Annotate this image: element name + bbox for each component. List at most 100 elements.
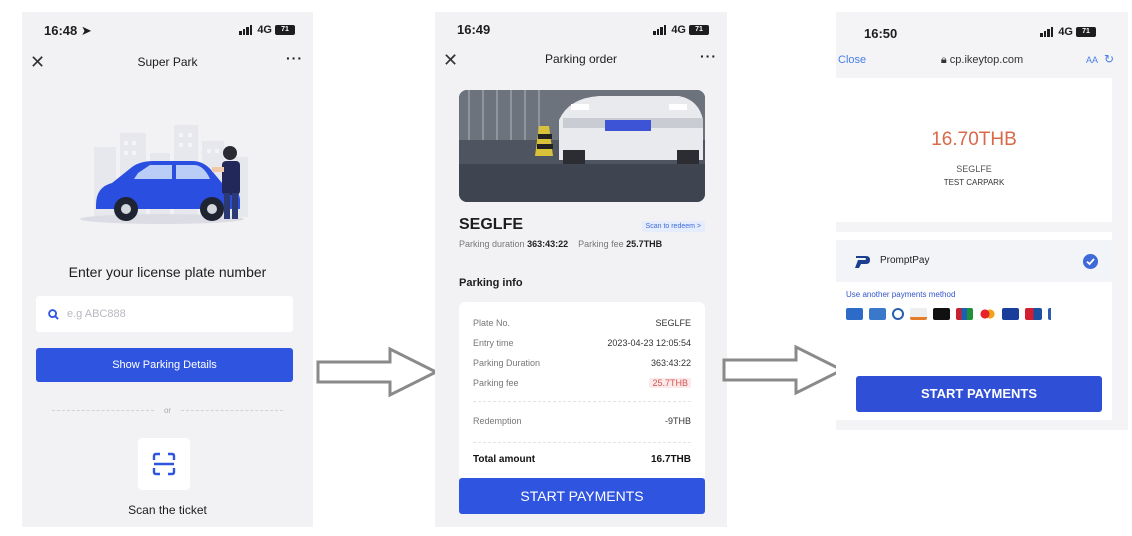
url-text: cp.ikeytop.com	[949, 54, 1024, 66]
info-row-plate: Plate No. SEGLFE	[473, 318, 691, 328]
mastercard-icon	[979, 308, 996, 320]
parking-info-card: Plate No. SEGLFE Entry time 2023-04-23 1…	[459, 302, 705, 480]
lock-icon: 🔒︎	[940, 54, 947, 66]
parking-info-heading: Parking info	[459, 277, 523, 289]
fee-label: Parking fee	[578, 239, 624, 249]
plate-prompt-heading: Enter your license plate number	[68, 264, 267, 280]
row-label: Parking Duration	[473, 358, 541, 368]
info-row-total: Total amount 16.7THB	[473, 454, 691, 465]
signal-icon	[239, 25, 253, 35]
network-indicator: 4G 71	[239, 24, 295, 36]
plate-number: SEGLFE	[956, 164, 992, 174]
status-bar: 16:49 4G 71	[435, 12, 727, 50]
payment-methods-panel: PromptPay Use another payments method ST…	[836, 232, 1112, 420]
signal-icon	[653, 25, 667, 35]
fee-value: 25.7THB	[626, 239, 663, 249]
discover-icon	[910, 308, 927, 320]
nav-bar: ✕ Parking order ···	[435, 48, 727, 78]
status-time: 16:48 ➤	[44, 23, 92, 38]
page-title: Super Park	[137, 55, 198, 69]
battery-icon: 71	[1076, 27, 1096, 37]
unionpay-icon	[1025, 308, 1042, 320]
row-value: 16.7THB	[650, 454, 691, 465]
wallet-icon	[1048, 308, 1065, 320]
show-parking-details-button[interactable]: Show Parking Details	[36, 348, 293, 382]
bank-card-icon	[869, 308, 886, 320]
status-bar: 16:48 ➤ 4G 71	[22, 12, 313, 50]
row-label: Plate No.	[473, 318, 511, 328]
check-icon	[1083, 254, 1098, 269]
info-row-redemption: Redemption -9THB	[473, 416, 691, 426]
amex-icon	[846, 308, 863, 320]
right-arrow-icon	[722, 344, 846, 396]
divider	[473, 401, 691, 402]
more-options-icon[interactable]: ···	[286, 50, 303, 66]
duration-value: 363:43:22	[527, 239, 569, 249]
browser-address-bar: Close 🔒︎ cp.ikeytop.com AA ↻	[836, 50, 1128, 76]
info-row-fee: Parking fee 25.7THB	[473, 378, 691, 388]
elo-icon	[933, 308, 950, 320]
row-label: Total amount	[473, 454, 536, 465]
scan-ticket-label: Scan the ticket	[128, 503, 207, 517]
phone-screen-payment-page: 16:50 4G 71 Close 🔒︎ cp.ikeytop.com AA ↻…	[836, 12, 1128, 430]
scan-to-redeem-link[interactable]: Scan to redeem >	[641, 221, 705, 232]
more-options-icon[interactable]: ···	[700, 48, 717, 64]
network-type: 4G	[1058, 26, 1073, 38]
start-payments-button[interactable]: START PAYMENTS	[459, 478, 705, 514]
jcb-icon	[956, 308, 973, 320]
payment-method-name: PromptPay	[880, 255, 930, 266]
row-label: Entry time	[473, 338, 514, 348]
network-type: 4G	[671, 24, 686, 36]
or-label: or	[163, 406, 172, 415]
card-brand-list	[846, 308, 1065, 320]
parking-summary: Parking duration 363:43:22 Parking fee 2…	[459, 239, 662, 249]
info-row-duration: Parking Duration 363:43:22	[473, 358, 691, 368]
network-indicator: 4G 71	[653, 24, 709, 36]
page-title: Parking order	[544, 52, 618, 66]
another-payment-method-link[interactable]: Use another payments method	[846, 290, 955, 299]
info-row-entry-time: Entry time 2023-04-23 12:05:54	[473, 338, 691, 348]
row-label: Parking fee	[473, 378, 519, 388]
nav-bar: ✕ Super Park ···	[22, 50, 313, 78]
payment-summary-panel: 16.70THB SEGLFE TEST CARPARK	[836, 78, 1112, 222]
promptpay-option[interactable]: PromptPay	[836, 240, 1112, 282]
diners-icon	[892, 308, 904, 320]
carpark-name: TEST CARPARK	[943, 178, 1005, 187]
divider	[473, 442, 691, 443]
duration-label: Parking duration	[459, 239, 525, 249]
row-value: SEGLFE	[655, 318, 691, 328]
network-type: 4G	[257, 24, 272, 36]
text-size-button[interactable]: AA	[1086, 55, 1098, 65]
divider-line	[52, 410, 154, 411]
scan-icon	[152, 452, 176, 476]
row-value: -9THB	[664, 416, 691, 426]
scan-ticket-button[interactable]	[138, 438, 190, 490]
battery-icon: 71	[275, 25, 295, 35]
search-icon	[48, 308, 59, 320]
signal-icon	[1040, 27, 1054, 37]
status-time: 16:50	[864, 26, 898, 41]
or-divider: or	[52, 406, 283, 415]
divider-line	[181, 410, 283, 411]
phone-screen-super-park: 16:48 ➤ 4G 71 ✕ Super Park ··· Enter you…	[22, 12, 313, 527]
promptpay-logo-icon	[855, 256, 870, 268]
car-illustration	[80, 125, 248, 224]
reload-icon[interactable]: ↻	[1104, 52, 1114, 66]
plate-search-field[interactable]	[36, 296, 293, 332]
status-time: 16:49	[457, 22, 491, 37]
start-payments-button[interactable]: START PAYMENTS	[856, 376, 1102, 412]
visa-icon	[1002, 308, 1019, 320]
network-indicator: 4G 71	[1040, 26, 1096, 38]
plate-number: SEGLFE	[459, 216, 524, 233]
plate-search-input[interactable]	[67, 308, 267, 320]
phone-screen-parking-order: 16:49 4G 71 ✕ Parking order ··· SEGLFE S…	[435, 12, 727, 527]
url-display[interactable]: 🔒︎ cp.ikeytop.com	[836, 54, 1128, 67]
row-value: 2023-04-23 12:05:54	[607, 338, 691, 348]
battery-icon: 71	[689, 25, 709, 35]
row-label: Redemption	[473, 416, 522, 426]
fee-badge: 25.7THB	[649, 378, 691, 388]
vehicle-camera-photo	[459, 90, 705, 202]
row-value: 363:43:22	[650, 358, 691, 368]
payment-amount: 16.70THB	[931, 129, 1017, 150]
right-arrow-icon	[316, 346, 440, 398]
